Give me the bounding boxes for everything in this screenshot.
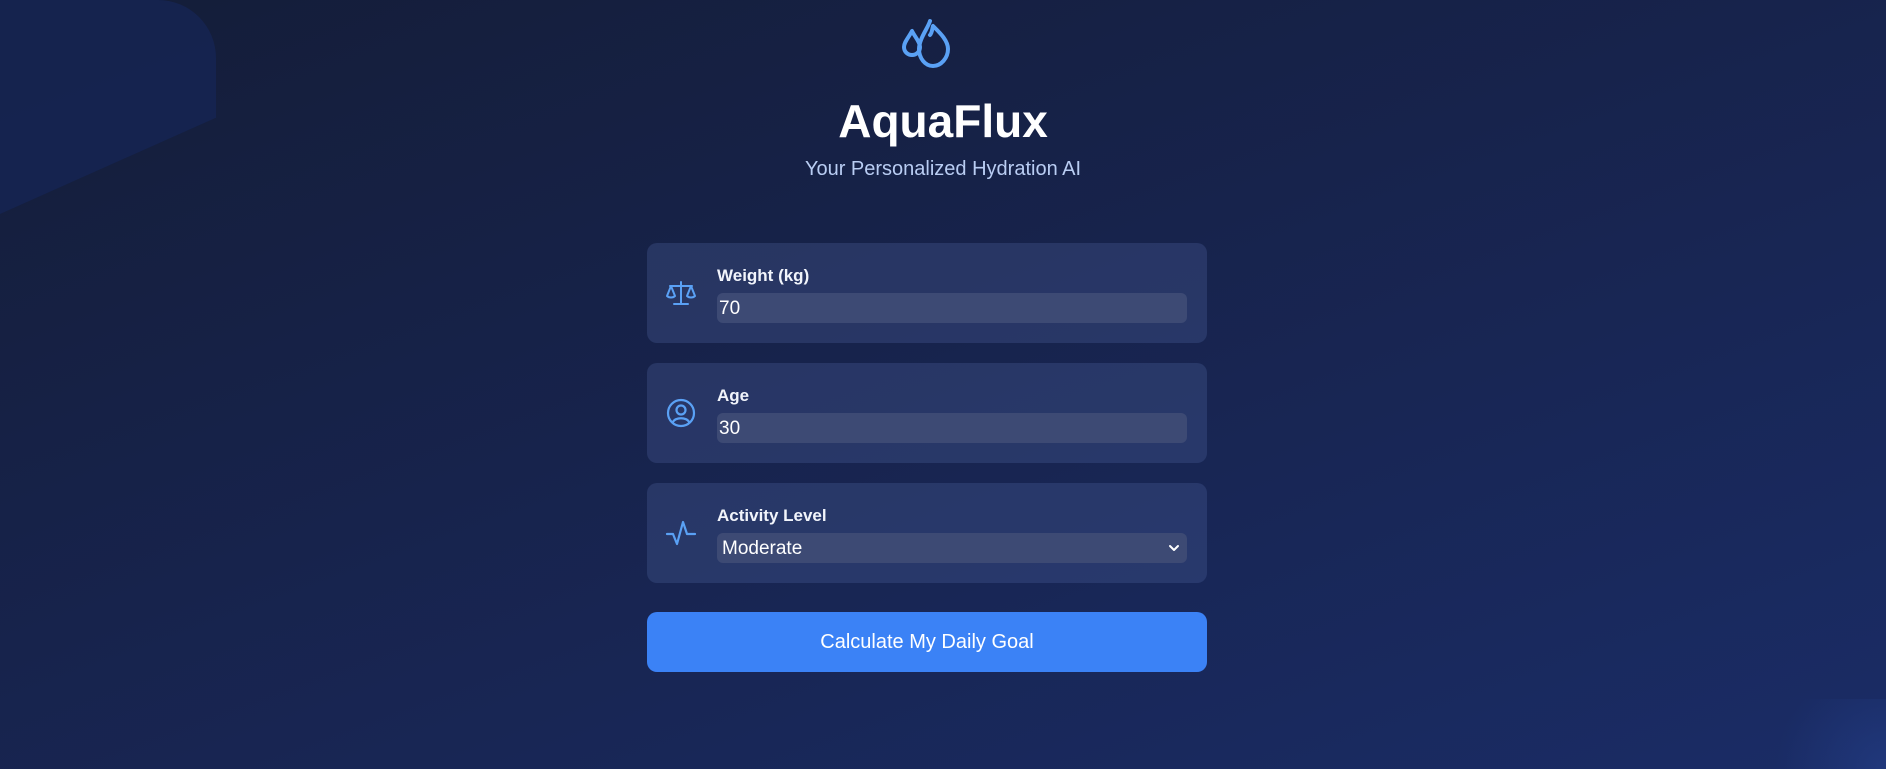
activity-label: Activity Level	[717, 506, 827, 525]
scale-icon	[666, 281, 696, 305]
age-label: Age	[717, 386, 750, 405]
chevron-down-icon	[1169, 545, 1179, 551]
app-title: AquaFlux	[838, 95, 1048, 147]
background-glow	[1746, 699, 1886, 769]
user-circle-icon	[666, 398, 696, 428]
water-drops-icon	[902, 19, 950, 68]
activity-select[interactable]: Moderate	[717, 533, 1187, 563]
age-card: Age 30	[647, 363, 1207, 463]
weight-card: Weight (kg) 70	[647, 243, 1207, 343]
app-subtitle: Your Personalized Hydration AI	[804, 158, 1082, 180]
weight-input[interactable]: 70	[717, 293, 1187, 323]
activity-selected-value: Moderate	[722, 538, 803, 559]
activity-pulse-icon	[665, 520, 697, 546]
activity-card: Activity Level Moderate	[647, 483, 1207, 583]
calculate-button[interactable]: Calculate My Daily Goal	[647, 612, 1207, 672]
weight-label: Weight (kg)	[717, 266, 810, 285]
age-input[interactable]: 30	[717, 413, 1187, 443]
